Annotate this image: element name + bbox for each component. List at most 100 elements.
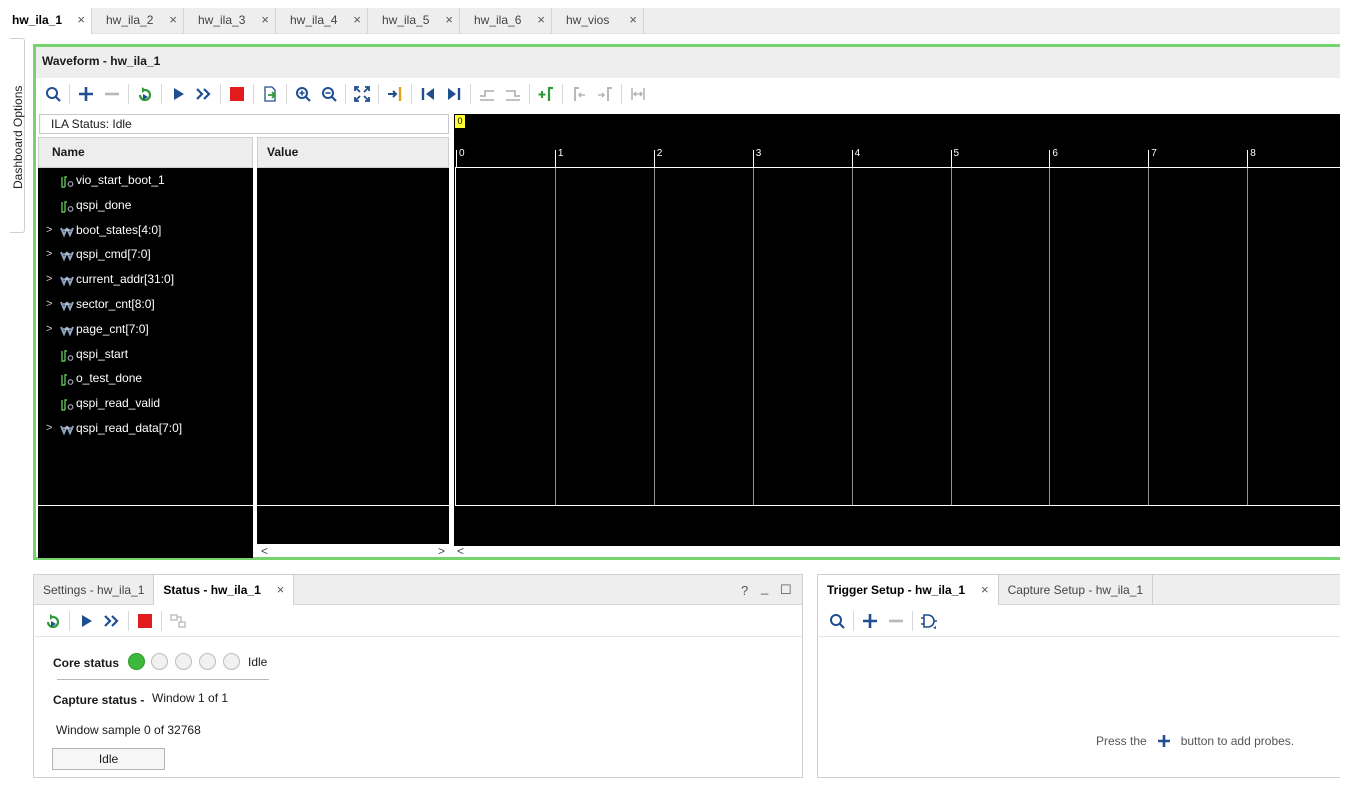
close-icon[interactable]: × — [353, 8, 361, 32]
core-status-label: Core status — [53, 656, 120, 670]
time-tick-label: 7 — [1151, 148, 1157, 159]
go-to-start-icon[interactable] — [415, 82, 441, 106]
close-icon[interactable]: × — [445, 8, 453, 32]
refresh-run-icon[interactable] — [132, 82, 158, 106]
go-to-end-icon[interactable] — [441, 82, 467, 106]
logic-gate-icon[interactable] — [916, 609, 942, 633]
signal-row[interactable]: > page_cnt[7:0] — [38, 317, 253, 342]
panel-tab-settings[interactable]: Settings - hw_ila_1 — [34, 575, 155, 605]
zoom-fit-icon[interactable] — [349, 82, 375, 106]
panel-tab-status[interactable]: Status - hw_ila_1 × — [154, 575, 295, 605]
signal-row[interactable]: qspi_done — [38, 193, 253, 218]
close-icon[interactable]: × — [169, 8, 177, 32]
export-icon[interactable] — [257, 82, 283, 106]
remove-icon[interactable] — [99, 82, 125, 106]
refresh-run-icon[interactable] — [40, 609, 66, 633]
layout-icon[interactable] — [165, 609, 191, 633]
add-icon[interactable] — [857, 609, 883, 633]
waveform-canvas[interactable]: 0 0 1 2 3 4 5 6 7 8 — [454, 114, 1340, 546]
next-transition-icon[interactable] — [500, 82, 526, 106]
signal-row[interactable]: qspi_start — [38, 342, 253, 367]
signal-row[interactable]: vio_start_boot_1 — [38, 168, 253, 193]
remove-icon[interactable] — [883, 609, 909, 633]
waveform-toolbar — [36, 78, 1340, 110]
document-tab-bar: hw_ila_1 × hw_ila_2 × hw_ila_3 × hw_ila_4 × hw_i… — [0, 8, 1340, 34]
expand-chevron-icon[interactable]: > — [46, 267, 52, 291]
name-column-header[interactable]: Name — [38, 137, 253, 168]
signal-row[interactable]: > qspi_read_data[7:0] — [38, 416, 253, 441]
search-icon[interactable] — [824, 609, 850, 633]
expand-chevron-icon[interactable]: > — [46, 317, 52, 341]
panel-tab-label: Capture Setup - hw_ila_1 — [1007, 583, 1144, 597]
dashboard-options-tab[interactable]: Dashboard Options — [10, 38, 25, 233]
swap-cursors-icon[interactable] — [625, 82, 651, 106]
value-scroll-right-button[interactable]: > — [438, 544, 445, 558]
panel-tab-trigger[interactable]: Trigger Setup - hw_ila_1 × — [818, 575, 999, 605]
time-tick: 0 — [456, 148, 465, 167]
go-to-cursor-icon[interactable] — [382, 82, 408, 106]
maximize-button[interactable]: ☐ — [780, 582, 792, 598]
prev-marker-icon[interactable] — [566, 82, 592, 106]
trigger-panel-tabs: Trigger Setup - hw_ila_1 × Capture Setup -… — [818, 575, 1340, 605]
next-marker-icon[interactable] — [592, 82, 618, 106]
expand-chevron-icon[interactable]: > — [46, 242, 52, 266]
toolbar-separator — [220, 84, 221, 104]
close-icon[interactable]: × — [77, 8, 85, 32]
signal-name-empty-area — [38, 506, 253, 558]
run-immediate-icon[interactable] — [99, 609, 125, 633]
signal-row[interactable]: o_test_done — [38, 366, 253, 391]
grid-line — [653, 168, 655, 505]
close-icon[interactable]: × — [261, 8, 269, 32]
doc-tab-hw-ila-6[interactable]: hw_ila_6 × — [460, 8, 552, 34]
close-icon[interactable]: × — [277, 582, 285, 597]
minimize-button[interactable]: _ — [761, 580, 768, 595]
signal-row[interactable]: > qspi_cmd[7:0] — [38, 242, 253, 267]
bit-signal-icon — [60, 396, 74, 411]
signal-row[interactable]: qspi_read_valid — [38, 391, 253, 416]
stop-icon[interactable] — [132, 609, 158, 633]
doc-tab-hw-vios[interactable]: hw_vios × — [552, 8, 644, 34]
close-icon[interactable]: × — [537, 8, 545, 32]
signal-name: current_addr[31:0] — [76, 272, 175, 287]
add-icon[interactable] — [1156, 733, 1172, 749]
close-icon[interactable]: × — [981, 582, 989, 597]
signal-row[interactable]: > current_addr[31:0] — [38, 267, 253, 292]
time-tick-label: 4 — [854, 148, 861, 159]
doc-tab-hw-ila-1[interactable]: hw_ila_1 × — [0, 8, 92, 34]
run-trigger-icon[interactable] — [165, 82, 191, 106]
marker-flag[interactable]: 0 — [455, 115, 465, 128]
stop-icon[interactable] — [224, 82, 250, 106]
value-scroll-left-button[interactable]: < — [261, 544, 268, 558]
signal-name: sector_cnt[8:0] — [76, 296, 155, 311]
bus-signal-icon — [60, 421, 74, 436]
doc-tab-hw-ila-4[interactable]: hw_ila_4 × — [276, 8, 368, 34]
close-icon[interactable]: × — [629, 8, 637, 32]
expand-chevron-icon[interactable]: > — [46, 292, 52, 316]
signal-name: page_cnt[7:0] — [76, 321, 149, 336]
run-trigger-icon[interactable] — [73, 609, 99, 633]
toolbar-separator — [69, 610, 70, 631]
signal-row[interactable]: > sector_cnt[8:0] — [38, 292, 253, 317]
time-ruler[interactable]: 0 0 1 2 3 4 5 6 7 8 — [454, 114, 1340, 167]
zoom-in-icon[interactable] — [290, 82, 316, 106]
doc-tab-hw-ila-5[interactable]: hw_ila_5 × — [368, 8, 460, 34]
value-column-header[interactable]: Value — [257, 137, 449, 168]
waveform-panel: Waveform - hw_ila_1 ILA Status: Idle Nam… — [33, 44, 1340, 560]
run-immediate-icon[interactable] — [191, 82, 217, 106]
search-icon[interactable] — [40, 82, 66, 106]
wave-scroll-left-button[interactable]: < — [457, 544, 464, 558]
time-tick-label: 6 — [1052, 148, 1058, 159]
expand-chevron-icon[interactable]: > — [46, 218, 52, 242]
prev-transition-icon[interactable] — [474, 82, 500, 106]
help-button[interactable]: ? — [741, 583, 748, 598]
add-marker-icon[interactable] — [533, 82, 559, 106]
signal-value-list — [257, 168, 449, 505]
add-icon[interactable] — [73, 82, 99, 106]
signal-row[interactable]: > boot_states[4:0] — [38, 218, 253, 243]
doc-tab-hw-ila-2[interactable]: hw_ila_2 × — [92, 8, 184, 34]
signal-name: qspi_read_data[7:0] — [76, 420, 183, 435]
expand-chevron-icon[interactable]: > — [46, 416, 52, 440]
panel-tab-capture[interactable]: Capture Setup - hw_ila_1 — [999, 575, 1154, 605]
zoom-out-icon[interactable] — [316, 82, 342, 106]
doc-tab-hw-ila-3[interactable]: hw_ila_3 × — [184, 8, 276, 34]
